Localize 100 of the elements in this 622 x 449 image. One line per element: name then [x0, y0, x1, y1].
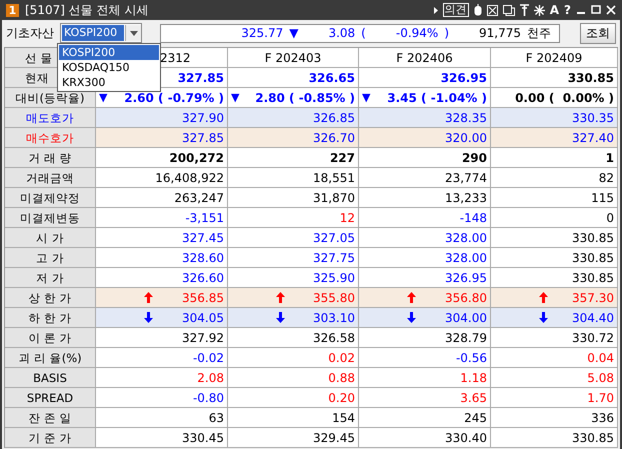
table-cell-text: 336: [591, 410, 614, 426]
table-cell-text: 0.02: [328, 350, 355, 366]
row-label: 매도호가: [5, 108, 96, 128]
change-arrow: ▼: [231, 90, 240, 106]
rate-paren: (: [361, 26, 366, 40]
row-label: 고 가: [5, 248, 96, 268]
row-label: 거래금액: [5, 168, 96, 188]
table-cell-text: 23,774: [445, 170, 487, 186]
query-button[interactable]: 조회: [580, 22, 616, 44]
table-cell-text: 330.85: [572, 430, 614, 446]
row-label: 이 론 가: [5, 328, 96, 348]
table-cell-text: 330.40: [445, 430, 487, 446]
caret-icon[interactable]: [434, 6, 438, 14]
table-cell-text: 0: [606, 210, 614, 226]
window-copy-icon[interactable]: [502, 4, 515, 16]
column-header: F 202406: [359, 48, 491, 68]
table-cell-text: -0.02: [192, 350, 224, 366]
row-label: BASIS: [5, 368, 96, 388]
current-price: 325.77: [241, 26, 284, 40]
row-label: 괴 리 율(%): [5, 348, 96, 368]
table-cell-text: 1.18: [460, 370, 487, 386]
table-cell-text: 115: [591, 190, 614, 206]
row-label: 거 래 량: [5, 148, 96, 168]
cross-box-icon[interactable]: [486, 4, 498, 16]
window-badge: 1: [6, 4, 19, 16]
table-cell-text: 325.90: [313, 270, 355, 286]
help-button[interactable]: ?: [564, 3, 571, 17]
table-cell-text: 327.85: [178, 70, 224, 86]
table-cell-text: 328.00: [445, 230, 487, 246]
table-cell-text: 263,247: [174, 190, 224, 206]
table-cell-text: 304.05: [182, 310, 224, 326]
change-value: 3.08: [328, 26, 356, 40]
opinion-button[interactable]: 의견: [442, 3, 469, 17]
font-button[interactable]: A: [550, 3, 560, 17]
table-cell-text: 328.35: [445, 110, 487, 126]
table-cell-text: 327.05: [313, 230, 355, 246]
dropdown-option[interactable]: KOSPI200: [59, 45, 159, 60]
close-icon[interactable]: [606, 5, 616, 15]
rate-paren: ): [444, 26, 449, 40]
asterisk-icon[interactable]: [534, 4, 545, 16]
table-cell-text: 327.45: [182, 230, 224, 246]
table-cell-text: 304.00: [445, 310, 487, 326]
change-arrow: ▼: [99, 90, 108, 106]
table-cell-text: 290: [462, 150, 487, 166]
table-cell-text: 326.95: [440, 70, 487, 86]
change-rate: -0.94%: [396, 26, 438, 40]
table-cell-text: 18,551: [313, 170, 355, 186]
row-label: 기 준 가: [5, 428, 96, 448]
table-cell-text: 2.08: [197, 370, 224, 386]
table-cell-text: 31,870: [313, 190, 355, 206]
dropdown-caret-icon[interactable]: [130, 30, 138, 36]
table-cell-text: 63: [208, 410, 224, 426]
pin-icon[interactable]: [520, 4, 529, 16]
table-cell-text: 326.95: [445, 270, 487, 286]
table-cell-text: 327.92: [182, 330, 224, 346]
window-title: [5107] 선물 전체 시세: [25, 2, 148, 18]
table-cell-text: -0.56: [456, 350, 487, 366]
table-cell-text: 200,272: [169, 150, 224, 166]
row-label: SPREAD: [5, 388, 96, 408]
mouse-icon[interactable]: [474, 4, 482, 16]
asset-dropdown[interactable]: KOSPI200: [60, 23, 142, 43]
table-cell-text: 327.40: [572, 130, 614, 146]
table-cell-text: 13,233: [445, 190, 487, 206]
row-label: 매수호가: [5, 128, 96, 148]
table-cell-text: 328.60: [182, 250, 224, 266]
table-cell-text: 327.90: [182, 110, 224, 126]
table-cell-text: 355.80: [313, 290, 355, 306]
table-cell-text: 303.10: [313, 310, 355, 326]
table-cell-text: 304.40: [572, 310, 614, 326]
table-cell-text: 330.85: [572, 230, 614, 246]
table-cell-text: 330.45: [182, 430, 224, 446]
table-cell-text: 0.20: [328, 390, 355, 406]
change-arrow: ▼: [289, 26, 298, 40]
table-cell-text: -148: [460, 210, 487, 226]
table-cell-text: 0.88: [328, 370, 355, 386]
table-cell-text: 330.35: [572, 110, 614, 126]
row-label: 잔 존 일: [5, 408, 96, 428]
table-cell-text: 0.04: [587, 350, 614, 366]
table-cell-text: 227: [330, 150, 355, 166]
table-cell-text: 357.30: [572, 290, 614, 306]
row-label: 대비(등락율): [5, 88, 96, 108]
row-label: 하 한 가: [5, 308, 96, 328]
table-cell-text: 328.00: [445, 250, 487, 266]
row-label: 상 한 가: [5, 288, 96, 308]
table-cell-text: 320.00: [445, 130, 487, 146]
maximize-icon[interactable]: [591, 5, 601, 15]
table-cell-text: 330.72: [572, 330, 614, 346]
column-header: F 202403: [228, 48, 359, 68]
volume-unit: 천주: [527, 24, 551, 42]
table-cell-text: 2.80 ( -0.85% ): [255, 90, 355, 106]
row-label: 시 가: [5, 228, 96, 248]
table-cell-text: 329.45: [313, 430, 355, 446]
table-cell-text: 245: [464, 410, 487, 426]
volume-value: 91,775: [479, 26, 521, 40]
table-cell-text: 2.60 ( -0.79% ): [124, 90, 224, 106]
table-cell-text: 1: [606, 150, 614, 166]
table-cell-text: 328.79: [445, 330, 487, 346]
table-cell-text: 326.70: [313, 130, 355, 146]
table-cell-text: -0.80: [192, 390, 224, 406]
table-cell-text: 326.65: [308, 70, 355, 86]
